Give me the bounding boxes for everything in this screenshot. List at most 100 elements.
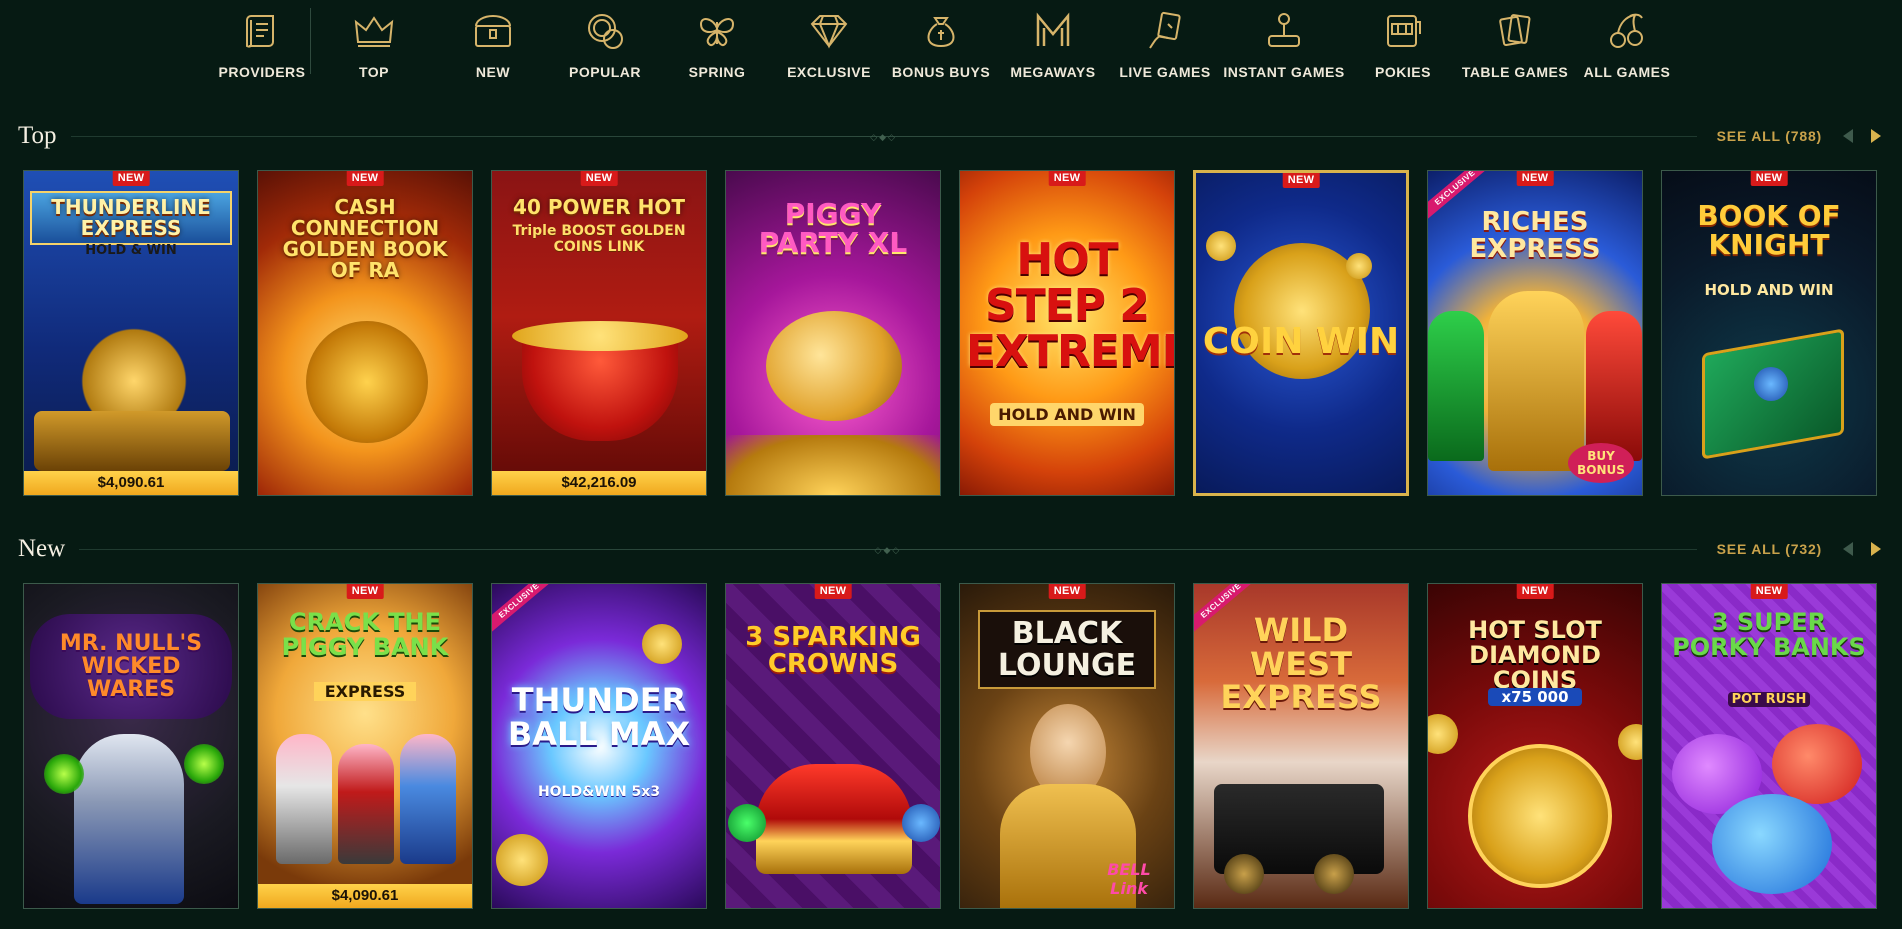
jackpot-amount: $42,216.09 — [492, 471, 706, 495]
category-providers[interactable]: PROVIDERS — [214, 0, 310, 92]
category-label: LIVE GAMES — [1119, 64, 1211, 80]
category-exclusive[interactable]: EXCLUSIVE — [773, 0, 885, 92]
slot-machine-icon — [1387, 15, 1421, 47]
joystick-icon — [1268, 13, 1300, 47]
game-card[interactable]: NEW BLACK LOUNGE BELL Link — [959, 583, 1175, 909]
game-title: BOOK OF KNIGHT — [1697, 199, 1841, 262]
game-title: CASH CONNECTION GOLDEN BOOK OF RA — [282, 195, 448, 282]
section-header: New ◇◆◇ SEE ALL (732) — [18, 535, 1888, 563]
category-new[interactable]: NEW — [437, 0, 549, 92]
game-subtitle: x75 000 — [1488, 688, 1582, 706]
prev-arrow-button[interactable] — [1836, 124, 1860, 148]
game-card[interactable]: NEW HOT STEP 2 EXTREME HOLD AND WIN — [959, 170, 1175, 496]
category-label: POPULAR — [569, 64, 641, 80]
category-label: BONUS BUYS — [891, 64, 991, 80]
new-badge: NEW — [1516, 584, 1554, 599]
game-title: RICHES EXPRESS — [1469, 207, 1601, 265]
see-all-link[interactable]: SEE ALL (788) — [1717, 128, 1822, 144]
category-top[interactable]: TOP — [311, 0, 437, 92]
category-live-games[interactable]: LIVE GAMES — [1109, 0, 1221, 92]
prev-arrow-button[interactable] — [1836, 537, 1860, 561]
game-title: HOT STEP 2 EXTREME — [966, 234, 1175, 378]
crown-icon — [354, 16, 394, 47]
game-card[interactable]: EXCLUSIVE NEW RICHES EXPRESS BUY BONUS — [1427, 170, 1643, 496]
category-all-games[interactable]: ALL GAMES — [1571, 0, 1683, 92]
section-top: Top ◇◆◇ SEE ALL (788) NEW THUNDERLINE EX… — [0, 122, 1902, 502]
cherries-icon — [1610, 13, 1643, 48]
new-badge: NEW — [1282, 173, 1320, 188]
game-title: THUNDER BALL MAX — [507, 681, 691, 753]
game-card[interactable]: NEW CRACK THE PIGGY BANK EXPRESS $4,090.… — [257, 583, 473, 909]
category-label: MEGAWAYS — [1010, 64, 1096, 80]
chevron-right-icon — [1871, 542, 1881, 556]
category-label: ALL GAMES — [1583, 64, 1671, 80]
next-arrow-button[interactable] — [1864, 124, 1888, 148]
game-card[interactable]: NEW 3 SPARKING CROWNS — [725, 583, 941, 909]
category-table-games[interactable]: TABLE GAMES — [1459, 0, 1571, 92]
category-label: NEW — [475, 64, 511, 80]
category-popular[interactable]: POPULAR — [549, 0, 661, 92]
section-title: New — [18, 535, 66, 562]
coins-icon — [588, 14, 623, 49]
section-divider: ◇◆◇ — [79, 545, 1697, 555]
game-title: 40 POWER HOT — [513, 195, 685, 219]
game-title: 3 SPARKING CROWNS — [745, 622, 921, 680]
game-card[interactable]: NEW 3 SUPER PORKY BANKS POT RUSH — [1661, 583, 1877, 909]
new-badge: NEW — [814, 584, 852, 599]
game-card[interactable]: NEW BOOK OF KNIGHT HOLD AND WIN — [1661, 170, 1877, 496]
game-artwork — [492, 171, 706, 495]
game-subtitle: HOLD AND WIN — [990, 403, 1144, 426]
game-card[interactable]: EXCLUSIVE WILD WEST EXPRESS — [1193, 583, 1409, 909]
game-card[interactable]: MR. NULL'S WICKED WARES — [23, 583, 239, 909]
playing-cards-icon — [1499, 14, 1531, 47]
game-title: CRACK THE PIGGY BANK — [281, 608, 449, 662]
money-bag-icon — [927, 17, 955, 48]
new-badge: NEW — [112, 171, 150, 186]
jackpot-amount: $4,090.61 — [24, 471, 238, 495]
treasure-chest-icon — [475, 15, 511, 47]
category-instant-games[interactable]: INSTANT GAMES — [1221, 0, 1347, 92]
new-badge: NEW — [1516, 171, 1554, 186]
category-label: TOP — [358, 64, 390, 80]
section-divider: ◇◆◇ — [70, 132, 1697, 142]
jackpot-amount: $4,090.61 — [258, 884, 472, 908]
game-card[interactable]: PIGGY PARTY XL — [725, 170, 941, 496]
new-badge: NEW — [346, 171, 384, 186]
see-all-link[interactable]: SEE ALL (732) — [1717, 541, 1822, 557]
game-subtitle: HOLD & WIN — [85, 243, 177, 258]
game-subtitle: Triple BOOST GOLDEN COINS LINK — [512, 223, 686, 255]
game-card[interactable]: NEW 40 POWER HOT Triple BOOST GOLDEN COI… — [491, 170, 707, 496]
game-subtitle: BUY BONUS — [1568, 443, 1634, 483]
game-title: PIGGY PARTY XL — [758, 197, 908, 260]
category-label: POKIES — [1375, 64, 1431, 80]
chevron-left-icon — [1843, 542, 1853, 556]
new-badge: NEW — [1048, 171, 1086, 186]
game-card[interactable]: EXCLUSIVE THUNDER BALL MAX HOLD&WIN 5x3 — [491, 583, 707, 909]
scroll-icon — [246, 15, 274, 48]
game-title: BLACK LOUNGE — [978, 610, 1156, 689]
new-badge: NEW — [580, 171, 618, 186]
butterfly-icon — [699, 18, 735, 46]
game-card[interactable]: NEW CASH CONNECTION GOLDEN BOOK OF RA — [257, 170, 473, 496]
live-card-hand-icon — [1149, 11, 1181, 49]
category-label: PROVIDERS — [218, 64, 306, 80]
category-nav: PROVIDERS TOP NEW POPULAR SPRING EXCLUSI… — [214, 0, 1683, 92]
category-spring[interactable]: SPRING — [661, 0, 773, 92]
chevron-right-icon — [1871, 129, 1881, 143]
new-badge: NEW — [346, 584, 384, 599]
next-arrow-button[interactable] — [1864, 537, 1888, 561]
game-card[interactable]: NEW THUNDERLINE EXPRESS HOLD & WIN $4,09… — [23, 170, 239, 496]
category-pokies[interactable]: POKIES — [1347, 0, 1459, 92]
category-label: TABLE GAMES — [1461, 64, 1569, 80]
category-megaways[interactable]: MEGAWAYS — [997, 0, 1109, 92]
game-subtitle: EXPRESS — [314, 682, 416, 701]
category-label: INSTANT GAMES — [1223, 64, 1345, 80]
new-badge: NEW — [1750, 171, 1788, 186]
game-card[interactable]: NEW COIN WIN — [1193, 170, 1409, 496]
game-subtitle: HOLD&WIN 5x3 — [537, 784, 661, 800]
game-card[interactable]: NEW HOT SLOT DIAMOND COINS x75 000 — [1427, 583, 1643, 909]
game-subtitle: HOLD AND WIN — [1704, 281, 1834, 299]
category-bonus-buys[interactable]: BONUS BUYS — [885, 0, 997, 92]
section-new: New ◇◆◇ SEE ALL (732) MR. NULL'S WICKED … — [0, 535, 1902, 929]
new-badge: NEW — [1048, 584, 1086, 599]
